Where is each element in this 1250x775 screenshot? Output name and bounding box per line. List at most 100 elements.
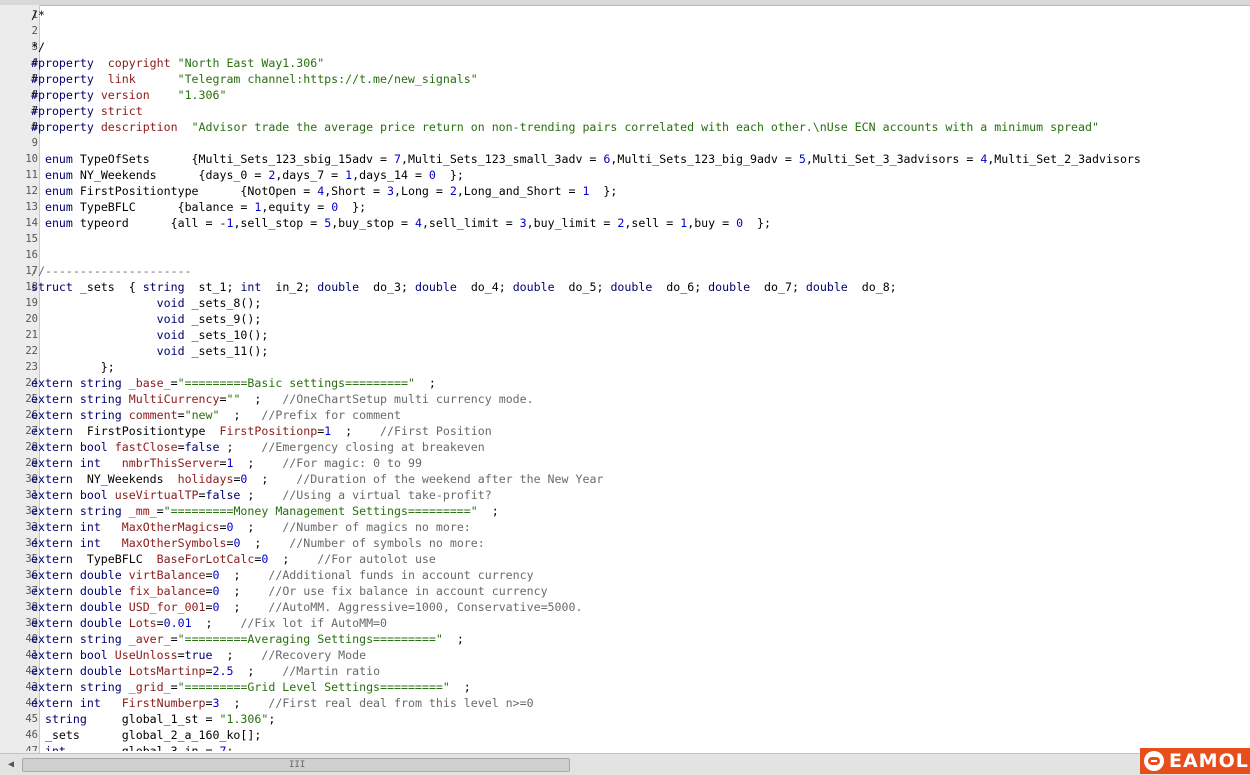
code-token: =	[170, 376, 178, 390]
code-token: NY_Weekends {days_0 =	[79, 168, 269, 182]
code-token: _base_	[128, 376, 171, 390]
code-token: 3	[387, 184, 394, 198]
code-token: //For magic: 0 to 99	[282, 456, 422, 470]
code-text: extern int nmbrThisServer=1 ; //For magi…	[31, 455, 422, 471]
code-token: USD_for_001	[128, 600, 206, 614]
code-token: ,Long =	[394, 184, 450, 198]
code-text: /*	[31, 7, 45, 23]
code-token: ,equity =	[261, 200, 332, 214]
code-token: //Fix lot if AutoMM=0	[240, 616, 388, 630]
code-text: */	[31, 39, 45, 55]
code-text: extern double LotsMartinp=2.5 ; //Martin…	[31, 663, 380, 679]
scrollbar-thumb[interactable]: III	[22, 758, 570, 772]
code-token: ;	[247, 472, 297, 486]
code-token: int	[240, 280, 262, 294]
code-token: double	[610, 280, 653, 294]
code-token: TypeBFLC {balance =	[79, 200, 255, 214]
code-token: #property	[31, 56, 108, 70]
code-token: _sets_9();	[184, 312, 262, 326]
code-text: extern int FirstNumberp=3 ; //First real…	[31, 695, 534, 711]
code-text: extern double Lots=0.01 ; //Fix lot if A…	[31, 615, 387, 631]
code-token: version	[100, 88, 178, 102]
code-token: "Telegram channel:https://t.me/new_signa…	[177, 72, 478, 86]
code-token: ,Long_and_Short =	[456, 184, 583, 198]
code-token: "Advisor trade the average price return …	[191, 120, 1099, 134]
code-token: extern	[31, 552, 87, 566]
window-top-border	[0, 0, 1250, 6]
code-token: //AutoMM. Aggressive=1000, Conservative=…	[268, 600, 583, 614]
code-token: ,buy_limit =	[526, 216, 618, 230]
code-token: ;	[212, 648, 262, 662]
code-token: 2.5	[212, 664, 234, 678]
code-text: void _sets_10();	[31, 327, 269, 343]
code-token: fastClose	[114, 440, 178, 454]
code-text: string global_1_st = "1.306";	[31, 711, 275, 727]
code-token: extern double	[31, 568, 129, 582]
code-token: ,Multi_Sets_123_small_3adv =	[400, 152, 604, 166]
code-token: void	[156, 312, 185, 326]
code-token: ,days_14 =	[352, 168, 429, 182]
code-token: #property	[31, 72, 108, 86]
code-token: =	[177, 408, 185, 422]
code-text: extern int MaxOtherSymbols=0 ; //Number …	[31, 535, 485, 551]
code-text: extern string MultiCurrency="" ; //OneCh…	[31, 391, 534, 407]
code-token: };	[743, 216, 771, 230]
code-token: =	[177, 648, 185, 662]
code-token: ;	[191, 616, 241, 630]
code-token: ,days_7 =	[275, 168, 346, 182]
code-token: "=========Basic settings========="	[177, 376, 415, 390]
horizontal-scrollbar[interactable]: ◀ III	[0, 753, 1250, 775]
code-token: =	[205, 568, 213, 582]
code-token: false	[184, 440, 220, 454]
code-token: int	[31, 744, 122, 751]
code-token: ;	[233, 664, 283, 678]
code-token: do_5;	[554, 280, 611, 294]
code-token: copyright	[107, 56, 178, 70]
code-text: extern bool fastClose=false ; //Emergenc…	[31, 439, 485, 455]
code-token: 4	[414, 216, 422, 230]
code-token: "new"	[184, 408, 220, 422]
code-token: extern bool	[31, 648, 115, 662]
code-token: //For autolot use	[317, 552, 436, 566]
code-text: #property description "Advisor trade the…	[31, 119, 1099, 135]
code-token: ,sell =	[624, 216, 681, 230]
code-token: MaxOtherSymbols	[121, 536, 227, 550]
code-token: LotsMartinp	[128, 664, 206, 678]
code-token: void	[156, 344, 185, 358]
code-token: enum	[31, 152, 80, 166]
code-token: //Number of magics no more:	[282, 520, 471, 534]
code-token: do_3;	[359, 280, 415, 294]
code-token: =	[205, 696, 213, 710]
code-token: extern string	[31, 376, 129, 390]
code-editor[interactable]: 1/* 2 3 */4 #property copyright "North East …	[0, 7, 1250, 751]
code-text: extern bool UseUnloss=true ; //Recovery …	[31, 647, 366, 663]
code-token: =	[198, 488, 206, 502]
code-text: #property strict	[31, 103, 143, 119]
code-token: =	[205, 584, 213, 598]
code-text: enum TypeOfSets {Multi_Sets_123_sbig_15a…	[31, 151, 1141, 167]
code-token: ;	[268, 552, 318, 566]
code-token: "1.306"	[219, 712, 269, 726]
code-token: ,Multi_Set_2_3advisors	[987, 152, 1141, 166]
scroll-left-arrow-icon[interactable]: ◀	[4, 758, 18, 771]
code-token: =	[205, 600, 213, 614]
code-token: "North East Way1.306"	[177, 56, 325, 70]
code-text: #property copyright "North East Way1.306…	[31, 55, 324, 71]
code-token: ,sell_limit =	[421, 216, 520, 230]
code-token: ;	[219, 696, 269, 710]
code-token: enum	[31, 200, 80, 214]
code-token: extern double	[31, 600, 129, 614]
code-token: #property	[31, 120, 101, 134]
code-token: _sets {	[79, 280, 143, 294]
code-token: holidays	[177, 472, 234, 486]
code-token: extern bool	[31, 488, 115, 502]
code-token: FirstNumberp	[121, 696, 206, 710]
code-token: extern int	[31, 520, 122, 534]
code-token: ;	[219, 440, 262, 454]
code-token: 2	[449, 184, 457, 198]
code-token: comment	[128, 408, 178, 422]
code-token: string	[142, 280, 185, 294]
code-token: useVirtualTP	[114, 488, 199, 502]
code-token: //Prefix for comment	[261, 408, 401, 422]
